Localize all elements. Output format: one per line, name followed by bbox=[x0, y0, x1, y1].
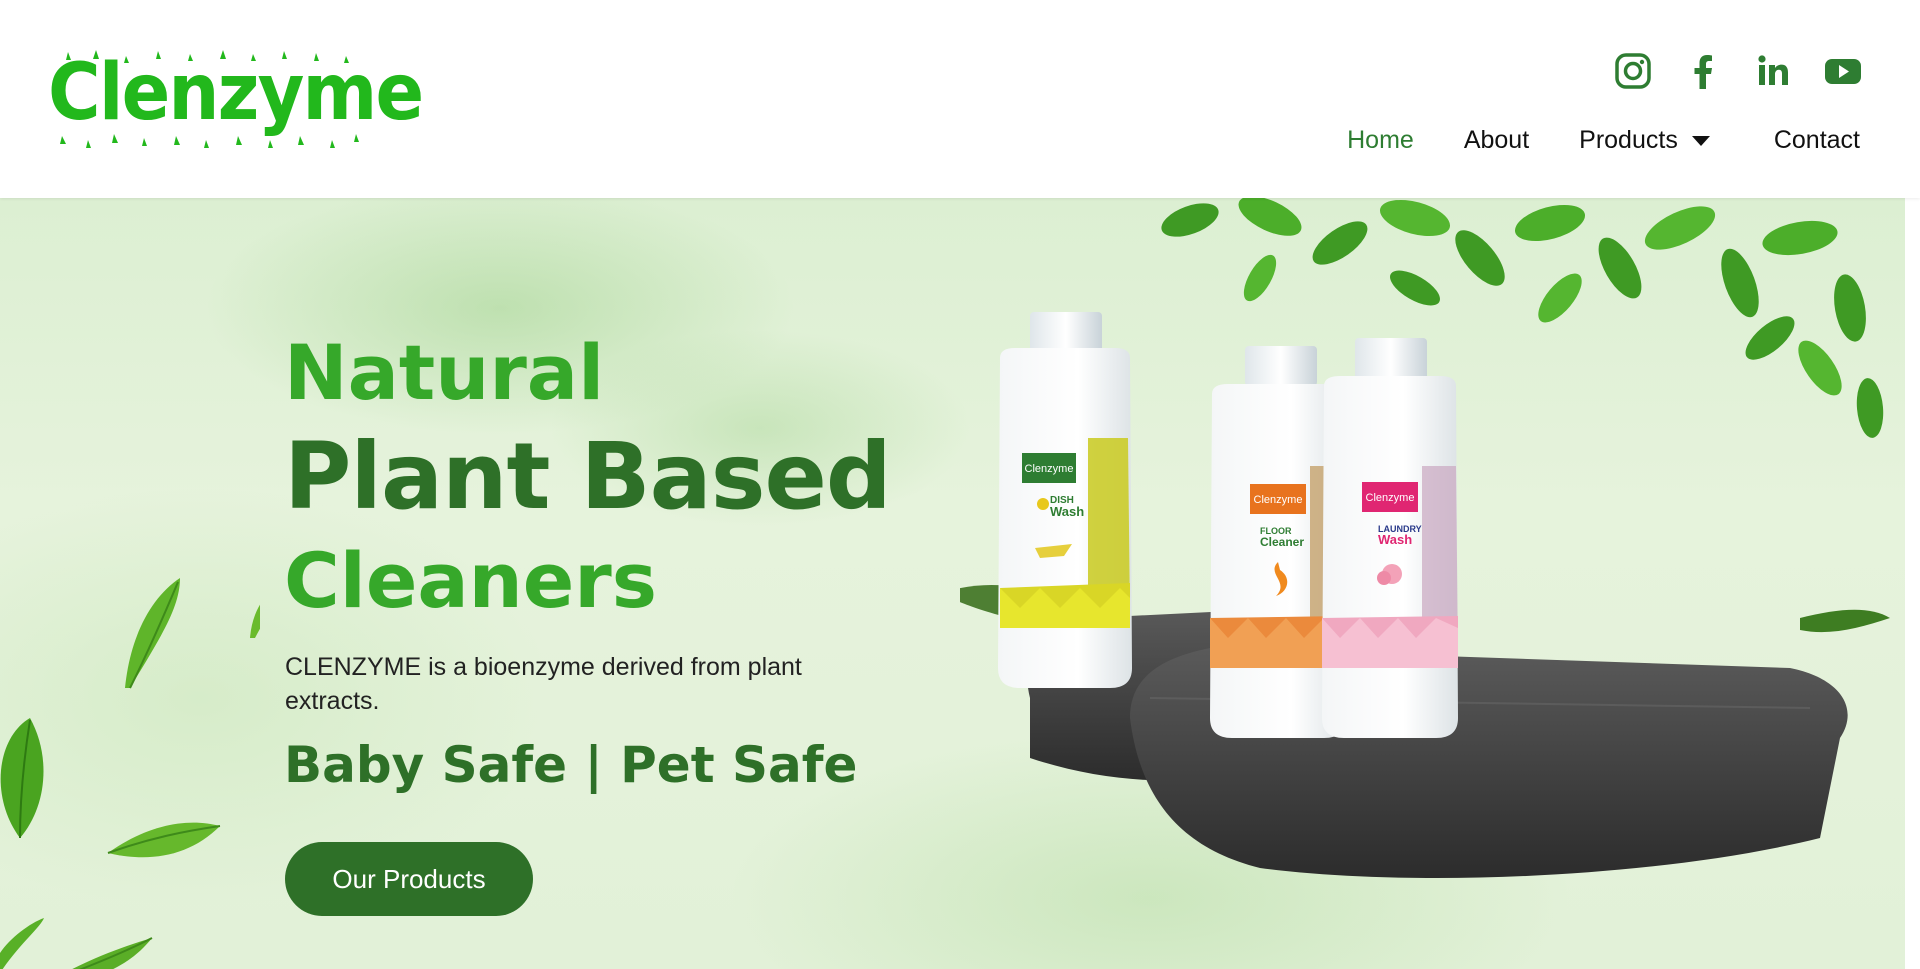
brand-name: Clenzyme bbox=[48, 48, 424, 138]
hero-product-image: Clenzyme DISH Wash Clenzyme FLOOR Cleane… bbox=[960, 198, 1890, 878]
page-edge-gutter bbox=[1905, 198, 1920, 969]
hero-description: CLENZYME is a bioenzyme derived from pla… bbox=[285, 653, 802, 715]
svg-text:Clenzyme: Clenzyme bbox=[1366, 492, 1415, 504]
our-products-button[interactable]: Our Products bbox=[285, 842, 533, 916]
svg-text:Clenzyme: Clenzyme bbox=[1254, 494, 1303, 506]
nav-contact[interactable]: Contact bbox=[1774, 126, 1860, 155]
hero-section: Natural Plant Based Cleaners CLENZYME is… bbox=[0, 198, 1905, 969]
instagram-icon bbox=[1615, 53, 1651, 89]
hero-headline-plant-based: Plant Based bbox=[284, 423, 892, 530]
instagram-link[interactable] bbox=[1614, 52, 1652, 90]
linkedin-icon bbox=[1758, 55, 1788, 85]
youtube-icon bbox=[1825, 59, 1861, 84]
svg-text:Cleaner: Cleaner bbox=[1260, 535, 1304, 549]
nav-contact-label: Contact bbox=[1773, 126, 1860, 154]
hero-headline-cleaners: Cleaners bbox=[284, 536, 658, 625]
hero-tagline: Baby Safe | Pet Safe bbox=[284, 736, 858, 794]
nav-products-label: Products bbox=[1579, 126, 1678, 154]
nav-products[interactable]: Products bbox=[1579, 126, 1710, 155]
svg-text:Clenzyme: Clenzyme bbox=[1025, 463, 1074, 475]
site-header: Clenzyme Home About Products Contact bbox=[0, 0, 1920, 198]
nav-home[interactable]: Home bbox=[1347, 126, 1414, 155]
hero-headline-natural: Natural bbox=[284, 328, 605, 417]
main-nav: Home About Products Contact bbox=[1347, 126, 1860, 155]
dishwash-bottle: Clenzyme DISH Wash bbox=[998, 312, 1132, 688]
brand-logo[interactable]: Clenzyme bbox=[48, 48, 424, 150]
facebook-link[interactable] bbox=[1684, 52, 1722, 90]
facebook-icon bbox=[1694, 55, 1712, 89]
svg-text:Wash: Wash bbox=[1050, 504, 1084, 519]
nav-home-label: Home bbox=[1347, 126, 1414, 154]
leaf-decoration-left bbox=[0, 578, 260, 969]
social-links bbox=[1614, 52, 1862, 90]
linkedin-link[interactable] bbox=[1754, 52, 1792, 90]
youtube-link[interactable] bbox=[1824, 52, 1862, 90]
nav-about[interactable]: About bbox=[1464, 126, 1529, 155]
svg-text:Wash: Wash bbox=[1378, 532, 1412, 547]
nav-about-label: About bbox=[1463, 126, 1530, 154]
laundry-wash-bottle: Clenzyme LAUNDRY Wash bbox=[1322, 338, 1458, 738]
caret-down-icon bbox=[1691, 135, 1710, 146]
